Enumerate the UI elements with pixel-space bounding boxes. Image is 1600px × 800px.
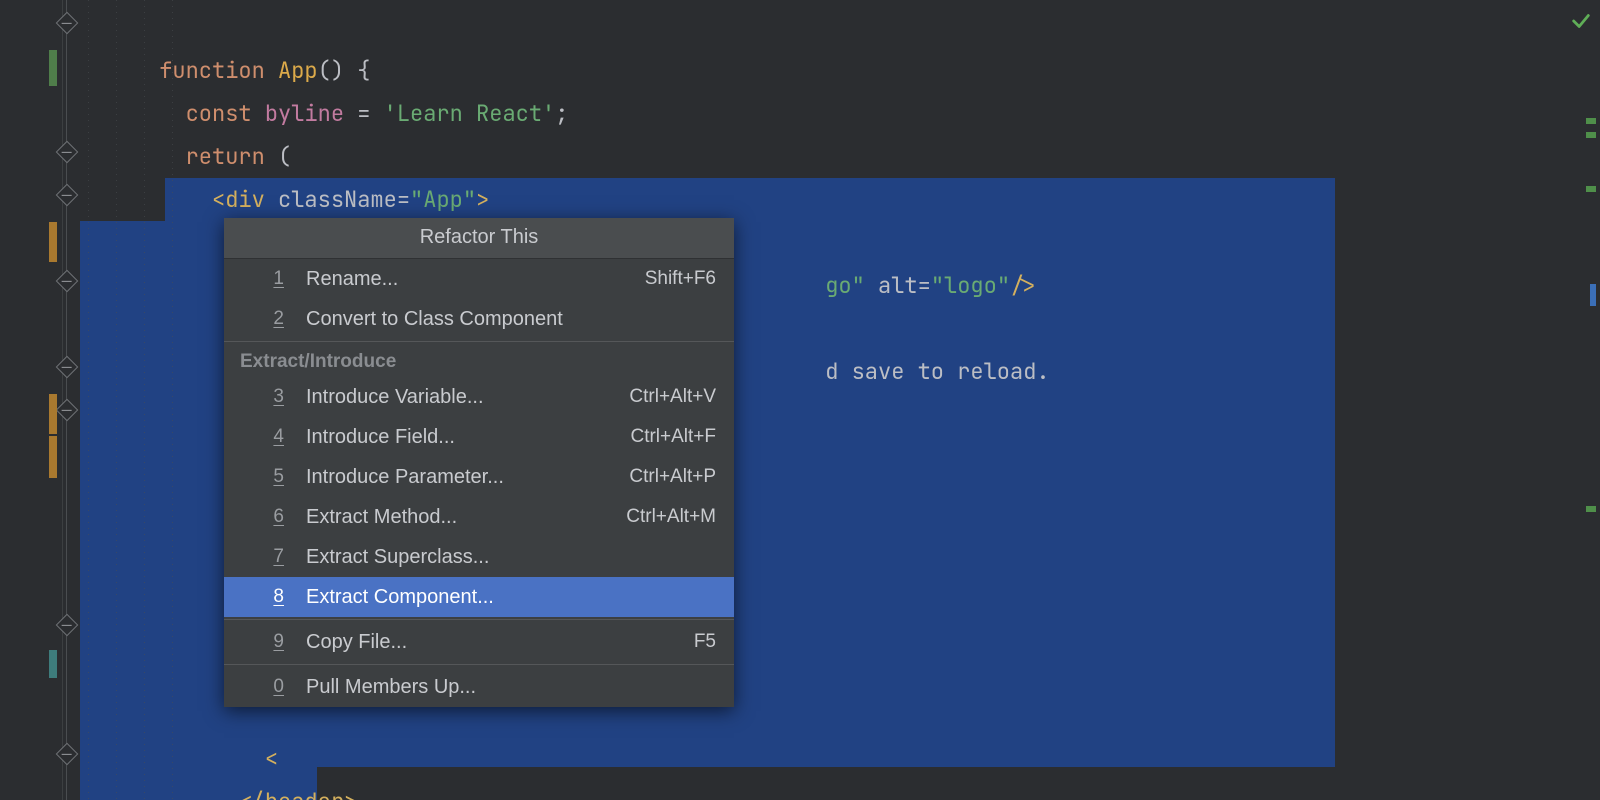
popup-item-number: 5 — [224, 466, 306, 488]
code-line: <header className="App-header"> — [80, 178, 648, 221]
popup-item-introduce-variable[interactable]: 3 Introduce Variable... Ctrl+Alt+V — [224, 377, 734, 417]
popup-item-copy-file[interactable]: 9 Copy File... F5 — [224, 622, 734, 662]
popup-item-label: Extract Superclass... — [306, 546, 716, 569]
popup-item-rename[interactable]: 1 Rename... Shift+F6 — [224, 259, 734, 299]
code-line: <div className="App"> — [80, 135, 489, 178]
rail-marker[interactable] — [1586, 186, 1596, 192]
refactor-this-popup[interactable]: Refactor This 1 Rename... Shift+F6 2 Con… — [224, 218, 734, 707]
rail-marker[interactable] — [1586, 132, 1596, 138]
code-line: function App() { — [80, 6, 370, 49]
popup-item-label: Introduce Parameter... — [306, 466, 629, 489]
popup-item-introduce-parameter[interactable]: 5 Introduce Parameter... Ctrl+Alt+P — [224, 457, 734, 497]
popup-item-number: 7 — [224, 546, 306, 568]
popup-item-number: 8 — [224, 586, 306, 608]
rail-marker[interactable] — [1590, 284, 1596, 306]
code-line: </header> — [80, 737, 357, 780]
popup-item-shortcut: Ctrl+Alt+P — [629, 466, 716, 488]
popup-item-number: 0 — [224, 676, 306, 698]
popup-section-header: Extract/Introduce — [224, 341, 734, 377]
popup-item-label: Rename... — [306, 268, 645, 291]
popup-item-number: 3 — [224, 386, 306, 408]
rail-marker[interactable] — [1586, 118, 1596, 124]
popup-item-number: 4 — [224, 426, 306, 448]
popup-item-convert-to-class[interactable]: 2 Convert to Class Component — [224, 299, 734, 339]
popup-item-shortcut: Ctrl+Alt+F — [630, 426, 716, 448]
popup-separator — [224, 619, 734, 620]
popup-item-shortcut: Ctrl+Alt+V — [629, 386, 716, 408]
editor-right-rail — [1566, 0, 1600, 800]
popup-item-introduce-field[interactable]: 4 Introduce Field... Ctrl+Alt+F — [224, 417, 734, 457]
popup-item-number: 1 — [224, 268, 306, 290]
popup-item-label: Extract Component... — [306, 586, 716, 609]
popup-item-extract-superclass[interactable]: 7 Extract Superclass... — [224, 537, 734, 577]
popup-item-label: Extract Method... — [306, 506, 626, 529]
popup-item-label: Introduce Variable... — [306, 386, 629, 409]
inspection-ok-icon[interactable] — [1570, 10, 1592, 32]
popup-item-number: 9 — [224, 631, 306, 653]
popup-item-number: 2 — [224, 308, 306, 330]
popup-item-shortcut: Ctrl+Alt+M — [626, 506, 716, 528]
popup-item-label: Introduce Field... — [306, 426, 630, 449]
popup-item-number: 6 — [224, 506, 306, 528]
code-line: d save to reload. — [746, 307, 1050, 350]
popup-title: Refactor This — [224, 218, 734, 259]
popup-item-label: Convert to Class Component — [306, 308, 716, 331]
code-line: go" alt="logo"/> — [746, 221, 1036, 264]
popup-item-shortcut: Shift+F6 — [645, 268, 716, 290]
popup-item-label: Copy File... — [306, 631, 694, 654]
popup-item-shortcut: F5 — [694, 631, 716, 653]
code-line: return ( — [80, 92, 291, 135]
popup-item-label: Pull Members Up... — [306, 676, 716, 699]
popup-item-pull-members-up[interactable]: 0 Pull Members Up... — [224, 667, 734, 707]
popup-item-extract-method[interactable]: 6 Extract Method... Ctrl+Alt+M — [224, 497, 734, 537]
code-editor[interactable]: function App() { const byline = 'Learn R… — [0, 0, 1600, 800]
rail-marker[interactable] — [1586, 506, 1596, 512]
popup-separator — [224, 664, 734, 665]
code-line: const byline = 'Learn React'; — [80, 49, 568, 92]
popup-item-extract-component[interactable]: 8 Extract Component... — [224, 577, 734, 617]
